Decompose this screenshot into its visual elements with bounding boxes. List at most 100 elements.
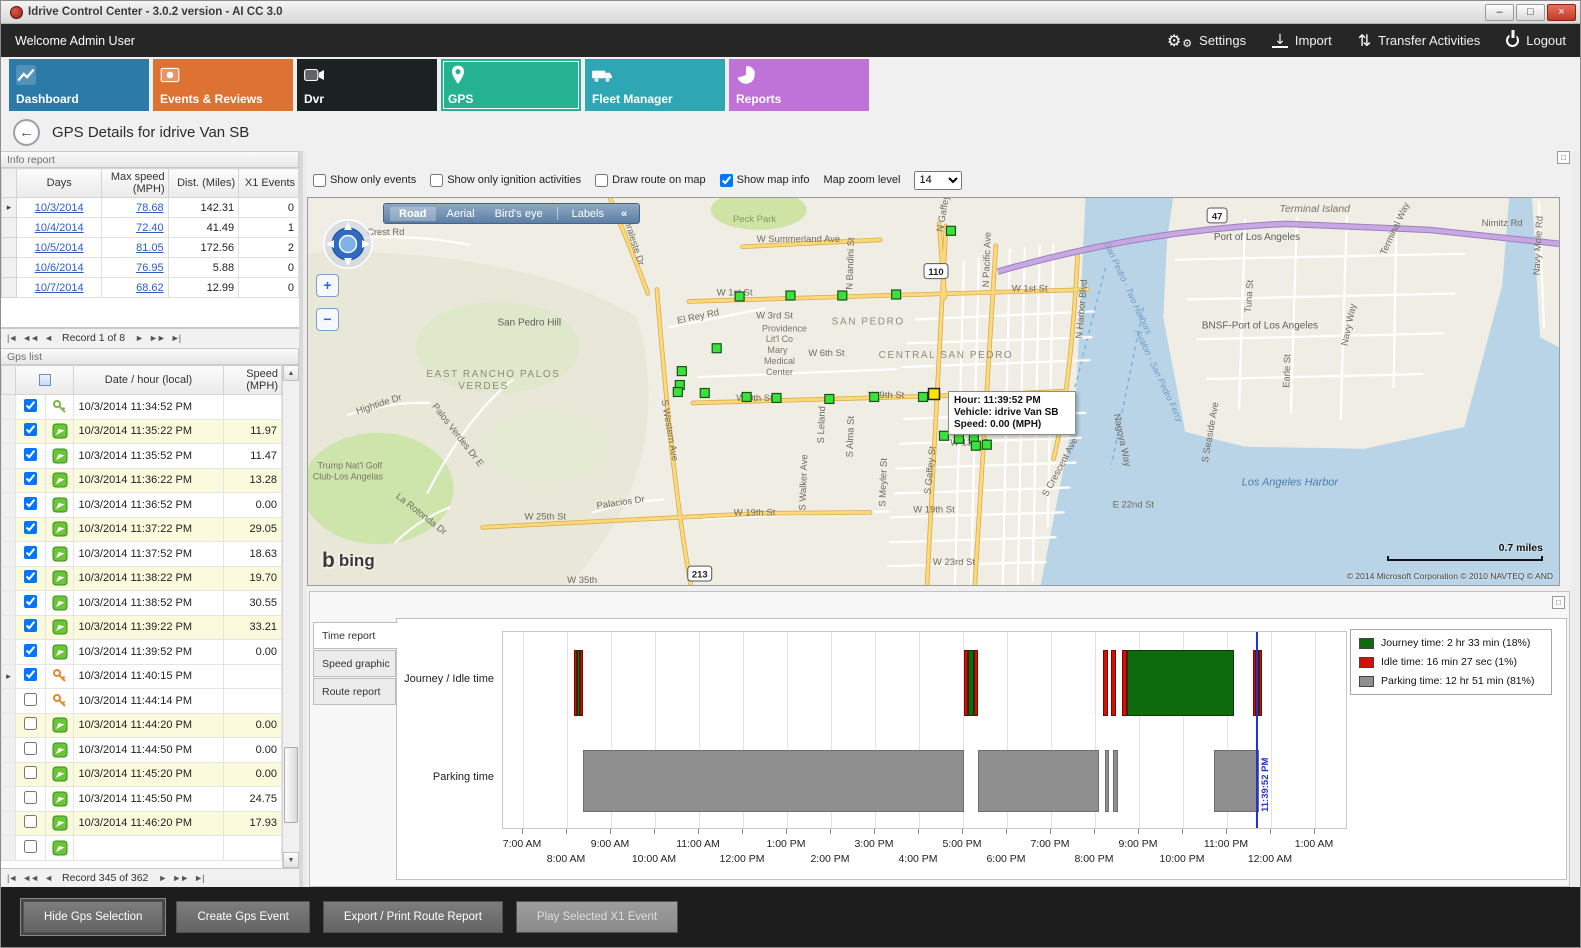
day-link[interactable]: 10/6/2014	[35, 262, 84, 274]
create-gps-event-button[interactable]: Create Gps Event	[176, 901, 309, 933]
row-checkbox[interactable]	[24, 717, 37, 730]
row-checkbox[interactable]	[24, 766, 37, 779]
gps-marker[interactable]	[742, 392, 751, 401]
nav-next-button[interactable]: ►	[135, 333, 143, 343]
map-view-birds-eye[interactable]: Bird's eye	[486, 207, 552, 221]
gps-marker[interactable]	[838, 291, 847, 300]
row-checkbox[interactable]	[24, 815, 37, 828]
tab-events-reviews[interactable]: Events & Reviews	[153, 59, 293, 111]
nav-prev-page-button[interactable]: ◄◄	[22, 873, 38, 883]
table-row[interactable]: 10/3/2014 11:44:50 PM0.00	[2, 738, 282, 763]
map-zoom-in-button[interactable]: +	[316, 274, 339, 297]
select-all-header[interactable]	[16, 366, 74, 395]
table-row[interactable]: ▸10/3/2014 11:40:15 PM	[2, 664, 282, 689]
gps-marker[interactable]	[919, 392, 928, 401]
map-zoom-select[interactable]: 14	[914, 171, 962, 190]
row-checkbox[interactable]	[24, 840, 37, 853]
hide-gps-selection-button[interactable]: Hide Gps Selection	[23, 901, 163, 933]
map-canvas[interactable]: 11047213 Peck ParkW Summerland AveCrest …	[308, 198, 1559, 585]
time-cursor[interactable]	[1256, 632, 1258, 828]
table-row[interactable]: 10/4/201472.4041.491	[2, 218, 299, 238]
table-row[interactable]: 10/3/2014 11:45:50 PM24.75	[2, 787, 282, 812]
table-row[interactable]: 10/3/2014 11:35:22 PM11.97	[2, 419, 282, 444]
max-speed-link[interactable]: 72.40	[136, 222, 164, 234]
nav-first-button[interactable]: |◄	[7, 873, 16, 883]
show-only-ignition-checkbox[interactable]	[430, 174, 443, 187]
option-show-only-ignition[interactable]: Show only ignition activities	[430, 174, 581, 187]
table-row[interactable]: 10/3/2014 11:34:52 PM	[2, 395, 282, 420]
max-speed-link[interactable]: 76.95	[136, 262, 164, 274]
gps-marker[interactable]	[825, 394, 834, 403]
option-show-map-info[interactable]: Show map info	[720, 174, 810, 187]
row-checkbox[interactable]	[24, 570, 37, 583]
table-row[interactable]: 10/3/2014 11:37:52 PM18.63	[2, 542, 282, 567]
column-header-days[interactable]: Days	[16, 169, 101, 198]
gps-marker-selected[interactable]	[929, 389, 940, 400]
row-checkbox[interactable]	[24, 668, 37, 681]
scroll-up-icon[interactable]: ▲	[283, 365, 299, 381]
row-checkbox[interactable]	[24, 546, 37, 559]
table-row[interactable]: 10/3/2014 11:39:22 PM33.21	[2, 615, 282, 640]
play-selected-x1-event-button[interactable]: Play Selected X1 Event	[516, 901, 678, 933]
map-view-labels[interactable]: Labels	[563, 207, 613, 221]
max-speed-link[interactable]: 68.62	[136, 282, 164, 294]
table-row[interactable]: 10/3/2014 11:44:20 PM0.00	[2, 713, 282, 738]
table-row[interactable]: 10/3/2014 11:45:20 PM0.00	[2, 762, 282, 787]
table-row[interactable]: 10/5/201481.05172.562	[2, 238, 299, 258]
gps-marker[interactable]	[971, 441, 980, 450]
import-button[interactable]: ↓ Import	[1272, 33, 1332, 48]
maximize-button[interactable]: □	[1516, 4, 1545, 21]
nav-last-button[interactable]: ►|	[194, 873, 203, 883]
row-checkbox[interactable]	[24, 472, 37, 485]
settings-button[interactable]: ⚙⚙ Settings	[1167, 30, 1246, 52]
column-header-x1-events[interactable]: X1 Events	[239, 169, 299, 198]
column-header-dist[interactable]: Dist. (Miles)	[168, 169, 239, 198]
day-link[interactable]: 10/4/2014	[35, 222, 84, 234]
tab-fleet-manager[interactable]: Fleet Manager	[585, 59, 725, 111]
tab-dvr[interactable]: Dvr	[297, 59, 437, 111]
logout-button[interactable]: Logout	[1506, 33, 1566, 48]
select-all-icon[interactable]	[39, 374, 51, 386]
gps-marker[interactable]	[772, 393, 781, 402]
map-view-road[interactable]: Road	[390, 207, 436, 221]
map-zoom-out-button[interactable]: −	[316, 308, 339, 331]
table-row[interactable]: 10/3/2014 11:37:22 PM29.05	[2, 517, 282, 542]
show-map-info-checkbox[interactable]	[720, 174, 733, 187]
collapse-tabs-icon[interactable]: «	[615, 208, 633, 220]
table-row[interactable]: 10/7/201468.6212.990	[2, 278, 299, 298]
table-row[interactable]: 10/3/2014 11:35:52 PM11.47	[2, 444, 282, 469]
tab-route-report[interactable]: Route report	[313, 678, 396, 705]
minimize-button[interactable]: –	[1485, 4, 1514, 21]
tab-speed-graphic[interactable]: Speed graphic	[313, 650, 396, 677]
gps-marker[interactable]	[700, 389, 709, 398]
option-show-only-events[interactable]: Show only events	[313, 174, 416, 187]
gps-marker[interactable]	[946, 226, 955, 235]
transfer-activities-button[interactable]: ⇅ Transfer Activities	[1358, 33, 1481, 49]
row-checkbox[interactable]	[24, 399, 37, 412]
show-only-events-checkbox[interactable]	[313, 174, 326, 187]
nav-prev-button[interactable]: ◄	[44, 333, 52, 343]
table-row[interactable]: 10/3/2014 11:44:14 PM	[2, 689, 282, 714]
scroll-down-icon[interactable]: ▼	[283, 852, 299, 868]
row-checkbox[interactable]	[24, 644, 37, 657]
title-bar[interactable]: Idrive Control Center - 3.0.2 version - …	[1, 1, 1580, 24]
gps-marker[interactable]	[735, 292, 744, 301]
nav-prev-button[interactable]: ◄	[44, 873, 52, 883]
draw-route-checkbox[interactable]	[595, 174, 608, 187]
nav-next-button[interactable]: ►	[158, 873, 166, 883]
row-checkbox[interactable]	[24, 791, 37, 804]
close-button[interactable]: ×	[1547, 4, 1576, 21]
table-row[interactable]: ▸10/3/201478.68142.310	[2, 198, 299, 218]
back-button[interactable]: ←	[13, 119, 40, 146]
vertical-scrollbar[interactable]: ▲ ▼	[282, 365, 299, 868]
table-row[interactable]: 10/6/201476.955.880	[2, 258, 299, 278]
gps-marker[interactable]	[786, 291, 795, 300]
row-checkbox[interactable]	[24, 619, 37, 632]
table-row[interactable]: 10/3/2014 11:39:52 PM0.00	[2, 640, 282, 665]
day-link[interactable]: 10/3/2014	[35, 202, 84, 214]
option-draw-route[interactable]: Draw route on map	[595, 174, 706, 187]
export-print-route-report-button[interactable]: Export / Print Route Report	[323, 901, 503, 933]
gps-marker[interactable]	[892, 290, 901, 299]
map-panel-expand-button[interactable]: □	[1557, 151, 1570, 164]
gps-marker[interactable]	[712, 344, 721, 353]
